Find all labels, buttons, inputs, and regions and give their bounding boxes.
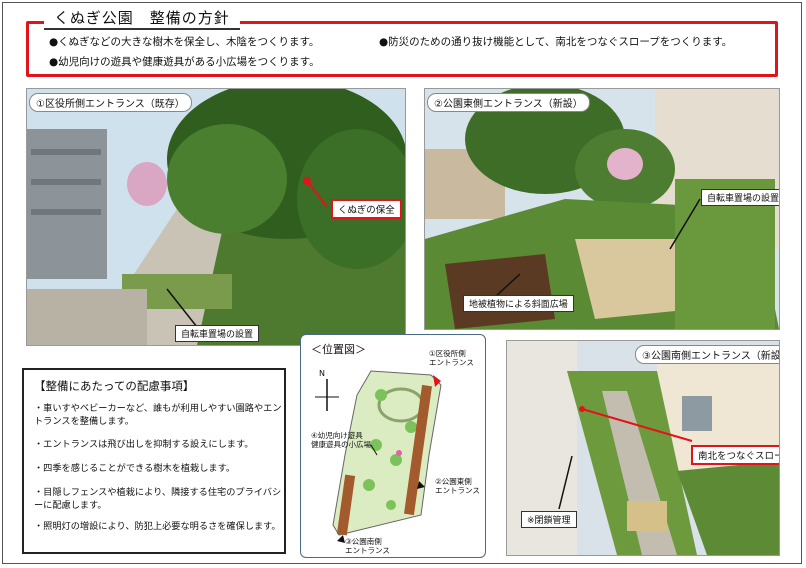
entrance-3-render: 南北をつなぐスロープ ※閉鎖管理 ③公園南側エントランス（新設） <box>506 340 780 556</box>
label-bicycle-parking-2: 自転車置場の設置 <box>701 189 779 206</box>
policy-item: ●防災のための通り抜け機能として、南北をつなぐスロープをつくります。 <box>379 36 733 48</box>
policy-item: ●くぬぎなどの大きな樹木を保全し、木陰をつくります。 <box>49 36 320 48</box>
label-bicycle-parking: 自転車置場の設置 <box>175 325 260 342</box>
entrance-1-render: くぬぎの保全 自転車置場の設置 ①区役所側エントランス（既存） <box>26 88 406 346</box>
label-closed-management: ※閉鎖管理 <box>521 511 577 528</box>
consideration-item: ・四季を感じることができる樹木を植栽します。 <box>34 463 236 474</box>
entrance-1-caption: ①区役所側エントランス（既存） <box>29 93 192 112</box>
label-kunugi-preservation: くぬぎの保全 <box>331 199 402 219</box>
consideration-item: ・車いすやベビーカーなど、誰もが利用しやすい園路やエントランスを整備します。 <box>34 403 282 427</box>
map-label-entrance-3: ③公園南側 エントランス <box>345 537 390 555</box>
entrance-2-render: 自転車置場の設置 地被植物による斜面広場 ②公園東側エントランス（新設） <box>424 88 780 330</box>
consideration-item: ・エントランスは飛び出しを抑制する設えにします。 <box>34 439 254 450</box>
label-slope-plaza: 地被植物による斜面広場 <box>463 295 574 312</box>
considerations-title: 【整備にあたっての配慮事項】 <box>34 379 195 393</box>
consideration-item: ・照明灯の増設により、防犯上必要な明るさを確保します。 <box>34 521 281 532</box>
map-label-entrance-1: ①区役所側 エントランス <box>429 349 474 367</box>
map-label-entrance-2: ②公園東側 エントランス <box>435 477 480 495</box>
north-label: N <box>319 369 325 378</box>
map-label-playground: ④幼児向け遊具 健康遊具の小広場 <box>311 431 371 449</box>
page-title: くぬぎ公園 整備の方針 <box>44 7 240 30</box>
label-north-south-slope: 南北をつなぐスロープ <box>691 445 779 465</box>
park-render-2-image <box>425 89 779 329</box>
location-map: ＜位置図＞ N ①区役所側 エントランス ②公園東側 エントランス ③公園南側 エント… <box>300 334 486 558</box>
entrance-3-caption: ③公園南側エントランス（新設） <box>635 345 779 364</box>
entrance-2-caption: ②公園東側エントランス（新設） <box>427 93 590 112</box>
considerations-box: 【整備にあたっての配慮事項】 ・車いすやベビーカーなど、誰もが利用しやすい園路や… <box>22 368 286 554</box>
consideration-item: ・目隠しフェンスや植栽により、隣接する住宅のプライバシーに配慮します。 <box>34 487 282 511</box>
policy-item: ●幼児向けの遊具や健康遊具がある小広場をつくります。 <box>49 56 320 68</box>
